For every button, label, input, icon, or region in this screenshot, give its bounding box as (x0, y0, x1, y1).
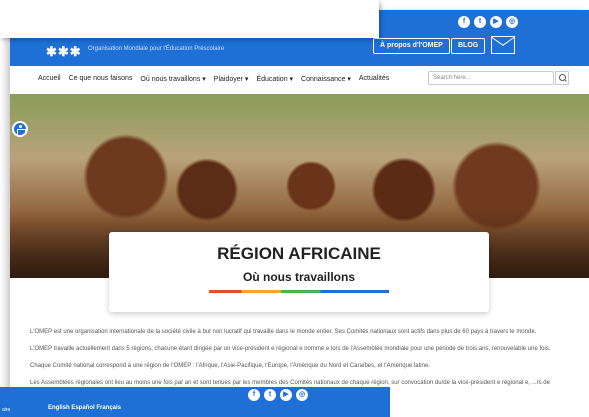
paragraph: Chaque Comité national correspond à une … (30, 363, 430, 369)
nav-item-education[interactable]: Éducation ▾ (256, 75, 293, 83)
facebook-icon[interactable]: f (248, 389, 260, 401)
facebook-icon[interactable]: f (458, 16, 470, 28)
about-button[interactable]: À propos d'l'OMEP (373, 38, 450, 54)
page-subtitle: Où nous travaillons (242, 270, 356, 284)
instagram-icon[interactable]: ◎ (506, 16, 518, 28)
nav-item-plaidoyer[interactable]: Plaidoyer ▾ (214, 75, 249, 83)
mail-icon[interactable] (491, 36, 515, 54)
instagram-icon[interactable]: ◎ (296, 389, 308, 401)
language-links[interactable]: English Español Français (48, 405, 121, 411)
main-nav: Accueil Ce que nous faisons Où nous trav… (38, 75, 389, 83)
blog-button[interactable]: BLOG (451, 38, 486, 54)
footer-fragment: aire (2, 407, 11, 413)
search-icon[interactable] (555, 71, 569, 85)
nav-item-connaissance[interactable]: Connaissance ▾ (301, 75, 351, 83)
twitter-icon[interactable]: t (474, 16, 486, 28)
footer-bar: aire English Español Français f t ▶ ◎ (0, 387, 390, 417)
accessibility-icon[interactable] (12, 121, 28, 137)
color-divider (209, 290, 389, 293)
nav-item-actualites[interactable]: Actualités (359, 75, 389, 83)
blank-overlay-window (0, 0, 379, 38)
footer-social-links: f t ▶ ◎ (248, 389, 308, 401)
nav-item-ce-que-nous-faisons[interactable]: Ce que nous faisons (69, 75, 133, 83)
youtube-icon[interactable]: ▶ (280, 389, 292, 401)
page-title: RÉGION AFRICAINE (217, 244, 381, 263)
navigation-bar: Accueil Ce que nous faisons Où nous trav… (10, 66, 589, 95)
tagline: Organisation Mondiale pour l'Éducation P… (88, 46, 225, 52)
omep-logo[interactable]: ✱✱✱ (46, 44, 86, 59)
nav-item-accueil[interactable]: Accueil (38, 75, 61, 83)
nav-item-ou-nous-travaillons[interactable]: Où nous travaillons ▾ (140, 75, 205, 83)
social-links: f t ▶ ◎ (458, 16, 518, 28)
region-title-card: RÉGION AFRICAINE Où nous travaillons (109, 232, 489, 312)
youtube-icon[interactable]: ▶ (490, 16, 502, 28)
webpage: ✱✱✱ Organisation Mondiale pour l'Éducati… (10, 10, 589, 417)
paragraph: L'OMEP est une organisation internationa… (30, 329, 537, 335)
paragraph: L'OMEP travaille actuellement dans 5 rég… (30, 346, 551, 352)
search-input[interactable]: Search here... (428, 71, 554, 85)
twitter-icon[interactable]: t (264, 389, 276, 401)
